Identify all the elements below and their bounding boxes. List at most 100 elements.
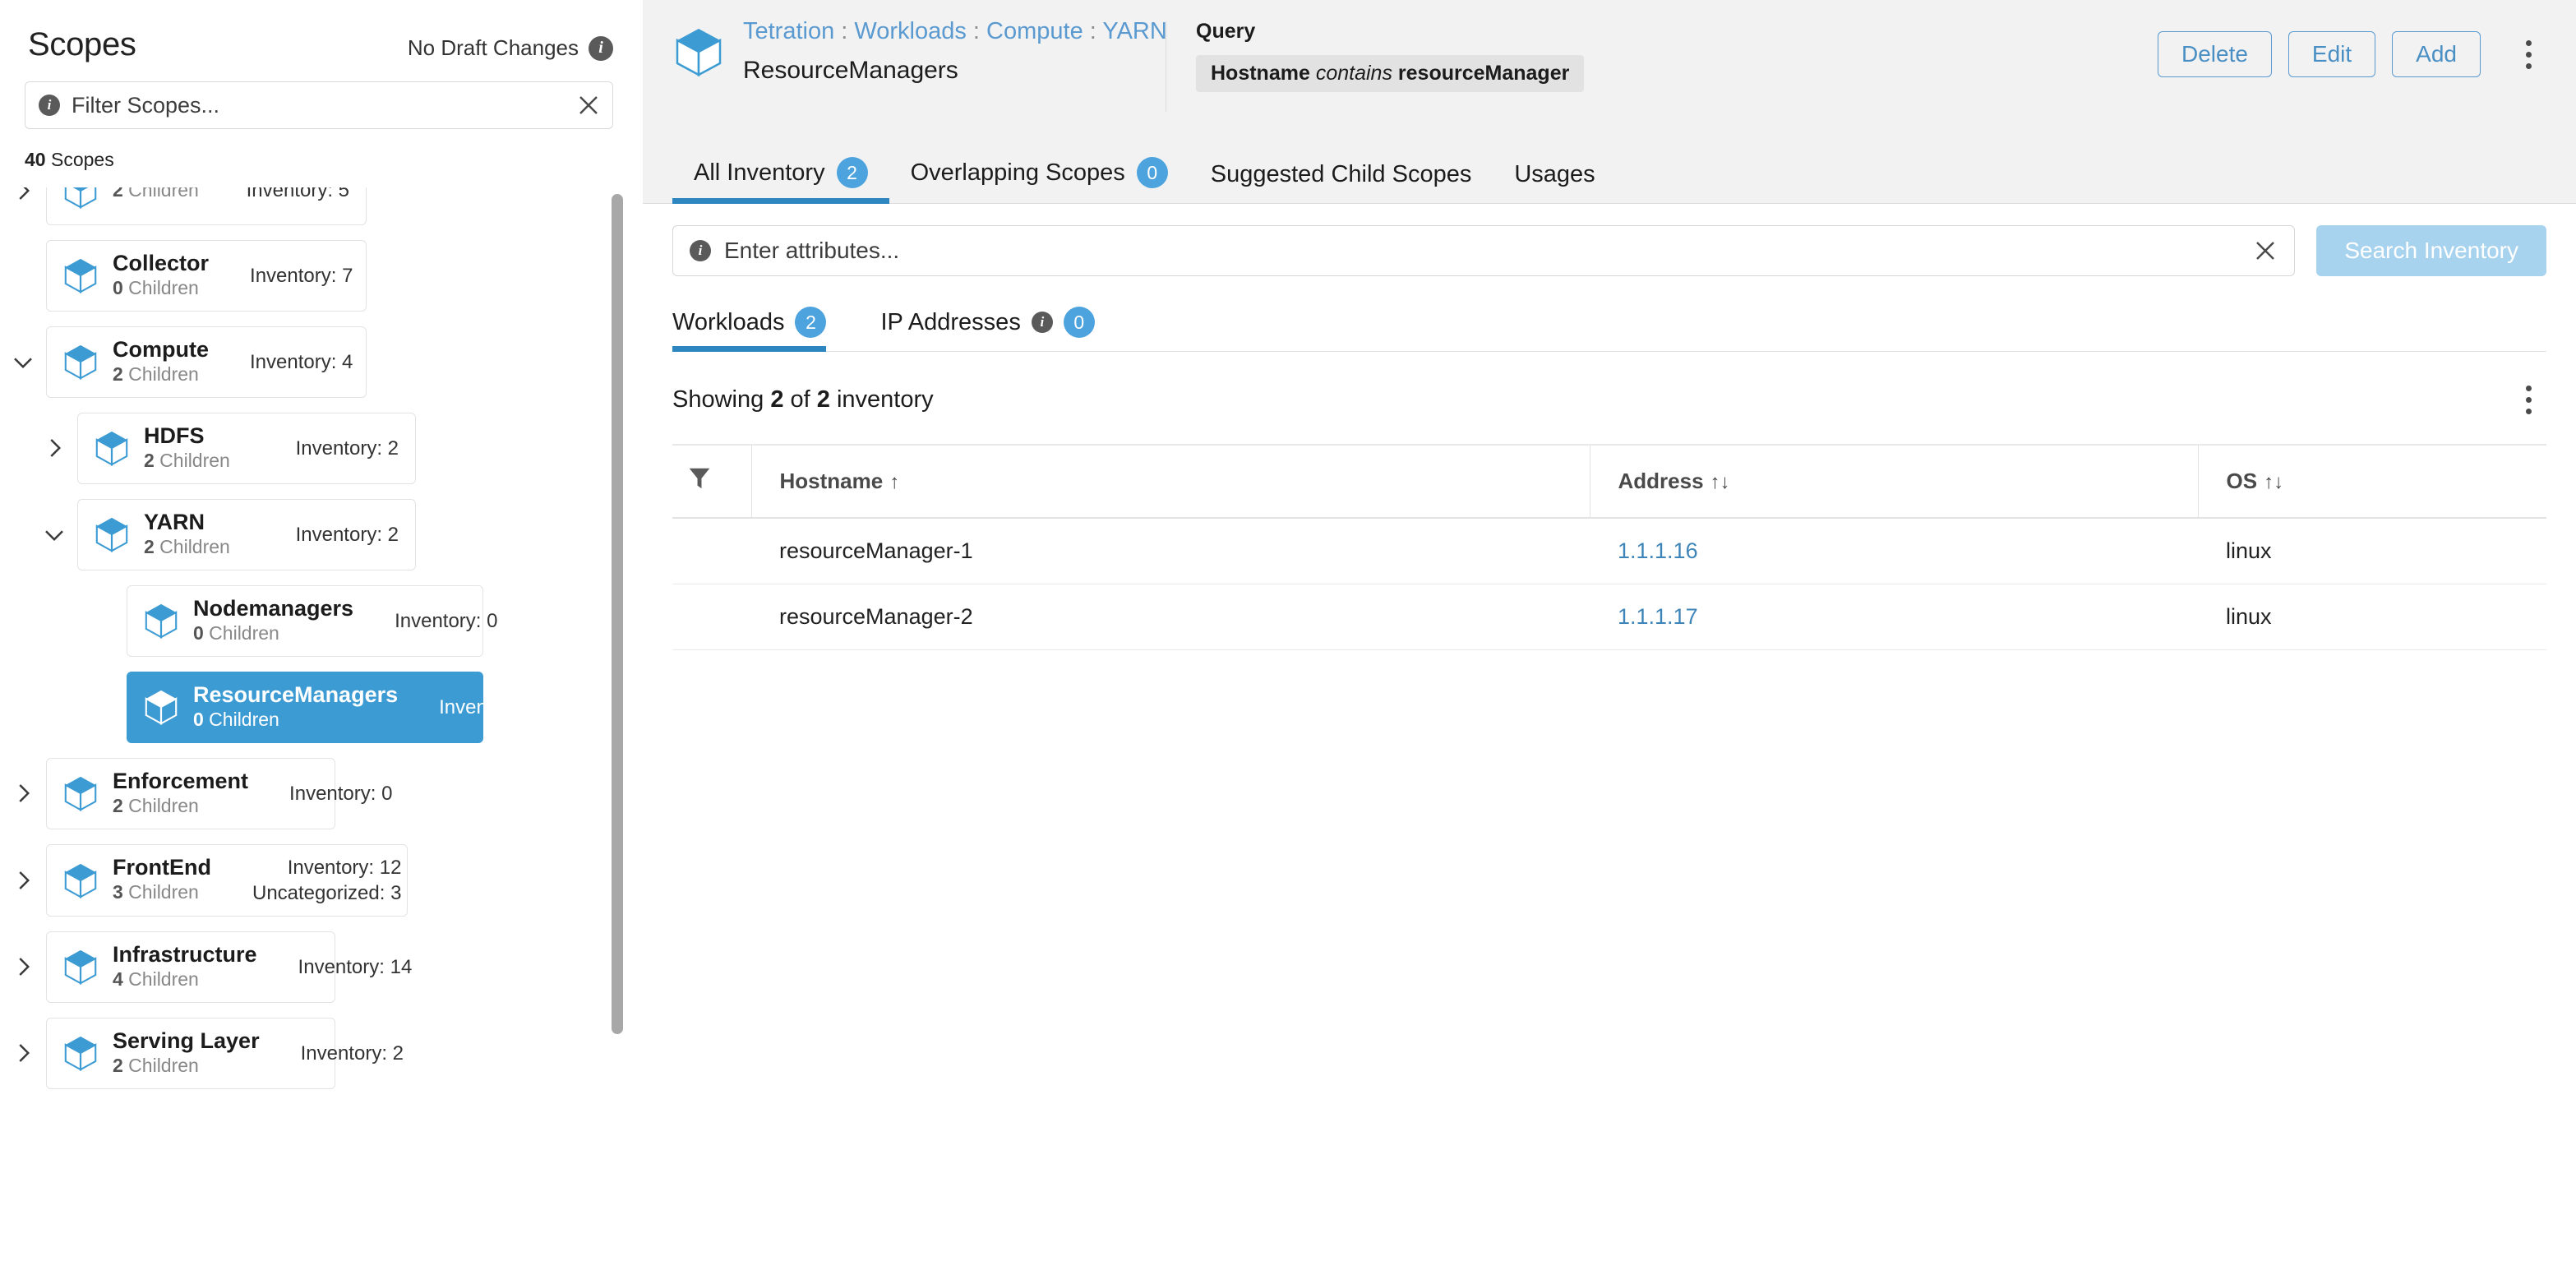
table-row[interactable]: resourceManager-2 1.1.1.17 linux	[672, 584, 2546, 650]
sort-icon[interactable]: ↑	[889, 471, 899, 493]
column-header-os[interactable]: OS ↑↓	[2197, 444, 2546, 519]
scope-card[interactable]: Infrastructure 4 Children Inventory: 14	[46, 931, 412, 1003]
chevron-right-icon[interactable]	[31, 436, 77, 460]
main-tabs[interactable]: All Inventory 2 Overlapping Scopes 0 Suggest…	[643, 141, 2576, 204]
scope-node-infrastructure[interactable]: Infrastructure 4 Children Inventory: 14	[0, 931, 643, 1003]
sidebar-scrollbar[interactable]	[612, 194, 623, 1254]
info-icon[interactable]: i	[690, 240, 711, 261]
showing-row: Showing 2 of 2 inventory	[672, 352, 2546, 444]
filter-scopes-input[interactable]: i Filter Scopes...	[25, 81, 613, 129]
scope-inventory-count: Inventory: 0	[289, 782, 393, 805]
close-icon[interactable]	[2253, 238, 2278, 263]
scope-card[interactable]: Enforcement 2 Children Inventory: 0	[46, 757, 392, 829]
scope-cube-icon	[62, 187, 99, 210]
table-header-row: Hostname ↑ Address ↑↓ OS ↑↓	[672, 444, 2546, 519]
scope-name: FrontEnd	[113, 855, 211, 880]
scope-card[interactable]: 2 Children Inventory: 5	[46, 187, 367, 225]
scope-node-resourcemanagers[interactable]: ResourceManagers 0 Children Inventory: 2	[0, 671, 643, 743]
sidebar-scrollbar-thumb[interactable]	[612, 194, 623, 1034]
query-value: resourceManager	[1397, 62, 1570, 85]
kebab-menu-icon[interactable]	[2510, 31, 2546, 77]
subtab-label: IP Addresses	[880, 308, 1021, 335]
scope-tree[interactable]: 2 Children Inventory: 5 Collector 0 Childre…	[0, 187, 643, 1284]
tab-overlapping-scopes[interactable]: Overlapping Scopes 0	[889, 157, 1189, 203]
funnel-icon[interactable]	[687, 468, 712, 497]
scope-children-count: 4 Children	[113, 968, 199, 990]
scope-node-yarn[interactable]: YARN 2 Children Inventory: 2	[0, 498, 643, 570]
breadcrumb-item-yarn[interactable]: YARN	[1102, 18, 1166, 44]
scope-card[interactable]: YARN 2 Children Inventory: 2	[77, 498, 416, 570]
tab-badge: 2	[836, 157, 868, 188]
header-actions: Delete Edit Add	[2157, 18, 2546, 77]
scope-card[interactable]: Compute 2 Children Inventory: 4	[46, 326, 367, 398]
sort-icon[interactable]: ↑↓	[1710, 471, 1730, 493]
kebab-menu-icon[interactable]	[2510, 376, 2546, 423]
breadcrumb-separator: :	[966, 18, 987, 44]
tab-all-inventory[interactable]: All Inventory 2	[672, 157, 889, 204]
cell-os: linux	[2198, 584, 2546, 650]
info-icon[interactable]: i	[1031, 312, 1053, 333]
table-row[interactable]: resourceManager-1 1.1.1.16 linux	[672, 518, 2546, 584]
scope-node-enforcement[interactable]: Enforcement 2 Children Inventory: 0	[0, 757, 643, 829]
add-button[interactable]: Add	[2392, 31, 2481, 77]
sort-icon[interactable]: ↑↓	[2264, 471, 2283, 493]
info-icon[interactable]: i	[589, 35, 613, 61]
subtab-workloads[interactable]: Workloads 2	[672, 307, 846, 352]
query-chip[interactable]: Hostname contains resourceManager	[1196, 55, 1585, 92]
edit-button[interactable]: Edit	[2287, 31, 2376, 77]
scope-card[interactable]: FrontEnd 3 Children Inventory: 12 Uncategor…	[46, 843, 408, 917]
subtab-ip-addresses[interactable]: IP Addresses i 0	[880, 307, 1114, 351]
scope-node-hdfs[interactable]: HDFS 2 Children Inventory: 2	[0, 412, 643, 484]
scope-card[interactable]: Nodemanagers 0 Children Inventory: 0	[127, 584, 497, 657]
scope-cube-icon	[672, 25, 725, 78]
scope-name: Compute	[113, 336, 209, 362]
scope-title: ResourceManagers	[743, 57, 958, 84]
scope-node-serving-layer[interactable]: Serving Layer 2 Children Inventory: 2	[0, 1017, 643, 1089]
scope-text: Tetration : Workloads : Compute : YARN R…	[743, 18, 1167, 85]
breadcrumb-item-workloads[interactable]: Workloads	[854, 18, 966, 44]
close-icon[interactable]	[576, 93, 601, 118]
column-header-address[interactable]: Address ↑↓	[1589, 444, 2198, 519]
chevron-down-icon[interactable]	[0, 349, 46, 374]
breadcrumb[interactable]: Tetration : Workloads : Compute : YARN	[743, 18, 1167, 45]
chevron-right-icon[interactable]	[0, 781, 46, 806]
scope-children-count: 2 Children	[144, 449, 230, 471]
scope-cube-icon	[62, 256, 99, 294]
chevron-right-icon[interactable]	[0, 187, 46, 203]
inventory-subtabs[interactable]: Workloads 2 IP Addresses i 0	[672, 294, 2546, 352]
scope-node-partial[interactable]: 2 Children Inventory: 5	[0, 187, 643, 225]
tab-label: Suggested Child Scopes	[1210, 161, 1472, 187]
scope-card[interactable]: Collector 0 Children Inventory: 7	[46, 240, 367, 312]
cell-os: linux	[2198, 518, 2546, 584]
attributes-search-input[interactable]: i Enter attributes...	[672, 225, 2296, 276]
scope-inventory-count: Inventory: 4	[250, 350, 353, 373]
address-link[interactable]: 1.1.1.17	[1618, 604, 1698, 629]
query-field: Hostname	[1211, 62, 1310, 85]
scope-card[interactable]: HDFS 2 Children Inventory: 2	[77, 412, 416, 484]
scope-uncategorized-count: Uncategorized: 3	[252, 881, 402, 904]
scope-node-compute[interactable]: Compute 2 Children Inventory: 4	[0, 326, 643, 398]
tab-usages[interactable]: Usages	[1493, 161, 1616, 203]
scope-card[interactable]: ResourceManagers 0 Children Inventory: 2	[127, 671, 542, 743]
delete-button[interactable]: Delete	[2157, 31, 2272, 77]
tab-suggested-child-scopes[interactable]: Suggested Child Scopes	[1189, 161, 1493, 203]
query-operator: contains	[1315, 62, 1392, 85]
subtab-badge: 2	[795, 307, 827, 338]
column-filter-cell[interactable]	[672, 444, 751, 519]
column-header-hostname[interactable]: Hostname ↑	[750, 444, 1590, 519]
row-filter-cell	[672, 584, 751, 650]
scope-cube-icon	[62, 774, 99, 812]
scope-node-nodemanagers[interactable]: Nodemanagers 0 Children Inventory: 0	[0, 584, 643, 657]
scope-node-collector[interactable]: Collector 0 Children Inventory: 7	[0, 240, 643, 312]
search-inventory-button[interactable]: Search Inventory	[2316, 225, 2546, 276]
info-icon[interactable]: i	[39, 95, 60, 116]
chevron-right-icon[interactable]	[0, 954, 46, 979]
scope-card[interactable]: Serving Layer 2 Children Inventory: 2	[46, 1017, 404, 1089]
scope-node-frontend[interactable]: FrontEnd 3 Children Inventory: 12 Uncategor…	[0, 843, 643, 917]
chevron-down-icon[interactable]	[31, 522, 77, 547]
chevron-right-icon[interactable]	[0, 1041, 46, 1065]
chevron-right-icon[interactable]	[0, 868, 46, 893]
address-link[interactable]: 1.1.1.16	[1618, 538, 1698, 563]
breadcrumb-item-compute[interactable]: Compute	[986, 18, 1083, 44]
breadcrumb-item-tetration[interactable]: Tetration	[743, 18, 834, 44]
